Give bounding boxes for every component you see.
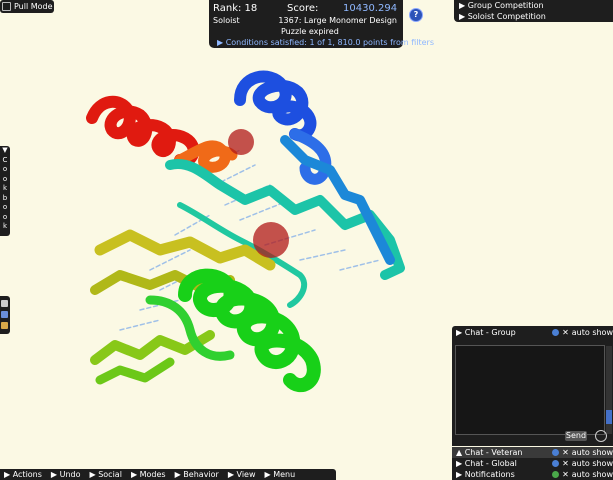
tool-icon[interactable] (1, 322, 8, 329)
cookbook-letter: o (2, 165, 8, 173)
helix-red (86, 95, 200, 167)
strand-lightgreen-2 (95, 357, 175, 385)
close-icon[interactable]: ✕ (562, 448, 569, 457)
score-panel: Rank: 18 Score: 10430.294 Soloist 1367: … (209, 0, 434, 48)
info-icon[interactable] (552, 449, 560, 456)
chat-veteran-title: ▲ Chat - Veteran (456, 448, 523, 457)
info-icon[interactable] (552, 460, 560, 467)
cookbook-letter: o (2, 212, 8, 221)
side-toolbar (0, 296, 10, 334)
notifications-title: ▶ Notifications (456, 470, 515, 479)
cookbook-letter: C (2, 155, 8, 164)
score-value: 10430.294 (343, 3, 398, 14)
help-icon[interactable]: ? (409, 8, 423, 22)
bottom-menu-bar: ▶ Actions ▶ Undo ▶ Social ▶ Modes ▶ Beha… (0, 469, 336, 480)
soloist-competition-item[interactable]: ▶ Soloist Competition (454, 11, 613, 22)
puzzle-title: 1367: Large Monomer Design (278, 16, 397, 25)
menu-modes[interactable]: ▶ Modes (127, 470, 171, 479)
cookbook-letter: o (2, 203, 8, 211)
chat-global-title: ▶ Chat - Global (456, 459, 517, 468)
notifications-header[interactable]: ▶ Notifications ✕ auto show (452, 469, 613, 480)
chat-scrollbar[interactable] (606, 346, 612, 434)
competitions-panel: ▶ Group Competition ▶ Soloist Competitio… (454, 0, 613, 22)
auto-show-label[interactable]: auto show (572, 470, 613, 479)
cookbook-letter: o (2, 174, 8, 183)
puzzle-status: Puzzle expired (281, 27, 339, 36)
auto-show-label[interactable]: auto show (572, 328, 613, 337)
helix-green (178, 268, 321, 393)
pull-mode-label: Pull Mode (14, 2, 53, 11)
chat-group-title: ▶ Chat - Group (456, 327, 516, 337)
chat-tabs: ▲ Chat - Veteran ✕ auto show ▶ Chat - Gl… (452, 447, 613, 480)
conditions-link[interactable]: ▶ Conditions satisfied: 1 of 1, 810.0 po… (217, 38, 434, 47)
clash-sphere (253, 222, 289, 258)
cookbook-letter: k (2, 184, 8, 192)
close-icon[interactable]: ✕ (562, 328, 569, 337)
info-icon[interactable] (552, 328, 560, 336)
chat-global-header[interactable]: ▶ Chat - Global ✕ auto show (452, 458, 613, 469)
chat-veteran-header[interactable]: ▲ Chat - Veteran ✕ auto show (452, 447, 613, 458)
scroll-thumb[interactable] (606, 410, 612, 424)
close-icon[interactable]: ✕ (562, 459, 569, 468)
auto-show-label[interactable]: auto show (572, 448, 613, 457)
strand-blue (280, 135, 395, 265)
score-label: Score: (287, 3, 319, 14)
mode-text: Soloist (213, 16, 240, 25)
send-button[interactable]: Send (565, 431, 587, 441)
menu-actions[interactable]: ▶ Actions (0, 470, 47, 479)
tool-icon[interactable] (1, 311, 8, 318)
group-competition-item[interactable]: ▶ Group Competition (454, 0, 613, 11)
menu-menu[interactable]: ▶ Menu (261, 470, 301, 479)
clash-sphere (228, 129, 254, 155)
helix-blue (234, 70, 317, 142)
close-icon[interactable]: ✕ (562, 470, 569, 479)
menu-view[interactable]: ▶ View (224, 470, 261, 479)
chat-messages-area[interactable] (455, 345, 612, 435)
chat-group-panel: ▶ Chat - Group ✕ auto show Send (452, 326, 613, 446)
clock-icon[interactable] (595, 430, 607, 442)
cookbook-letter: k (2, 222, 8, 230)
chat-group-header[interactable]: ▶ Chat - Group ✕ auto show (452, 326, 613, 338)
rank-text: Rank: 18 (213, 3, 258, 14)
tool-icon[interactable] (1, 300, 8, 307)
menu-social[interactable]: ▶ Social (86, 470, 127, 479)
cookbook-letter: b (2, 193, 8, 202)
cookbook-tab[interactable]: ▼ C o o k b o o k (0, 146, 10, 236)
menu-behavior[interactable]: ▶ Behavior (171, 470, 224, 479)
cookbook-arrow-icon: ▼ (2, 146, 8, 154)
pull-mode-icon (2, 2, 11, 11)
auto-show-label[interactable]: auto show (572, 459, 613, 468)
info-icon[interactable] (552, 471, 560, 478)
menu-undo[interactable]: ▶ Undo (47, 470, 86, 479)
pull-mode-button[interactable]: Pull Mode (0, 0, 54, 13)
